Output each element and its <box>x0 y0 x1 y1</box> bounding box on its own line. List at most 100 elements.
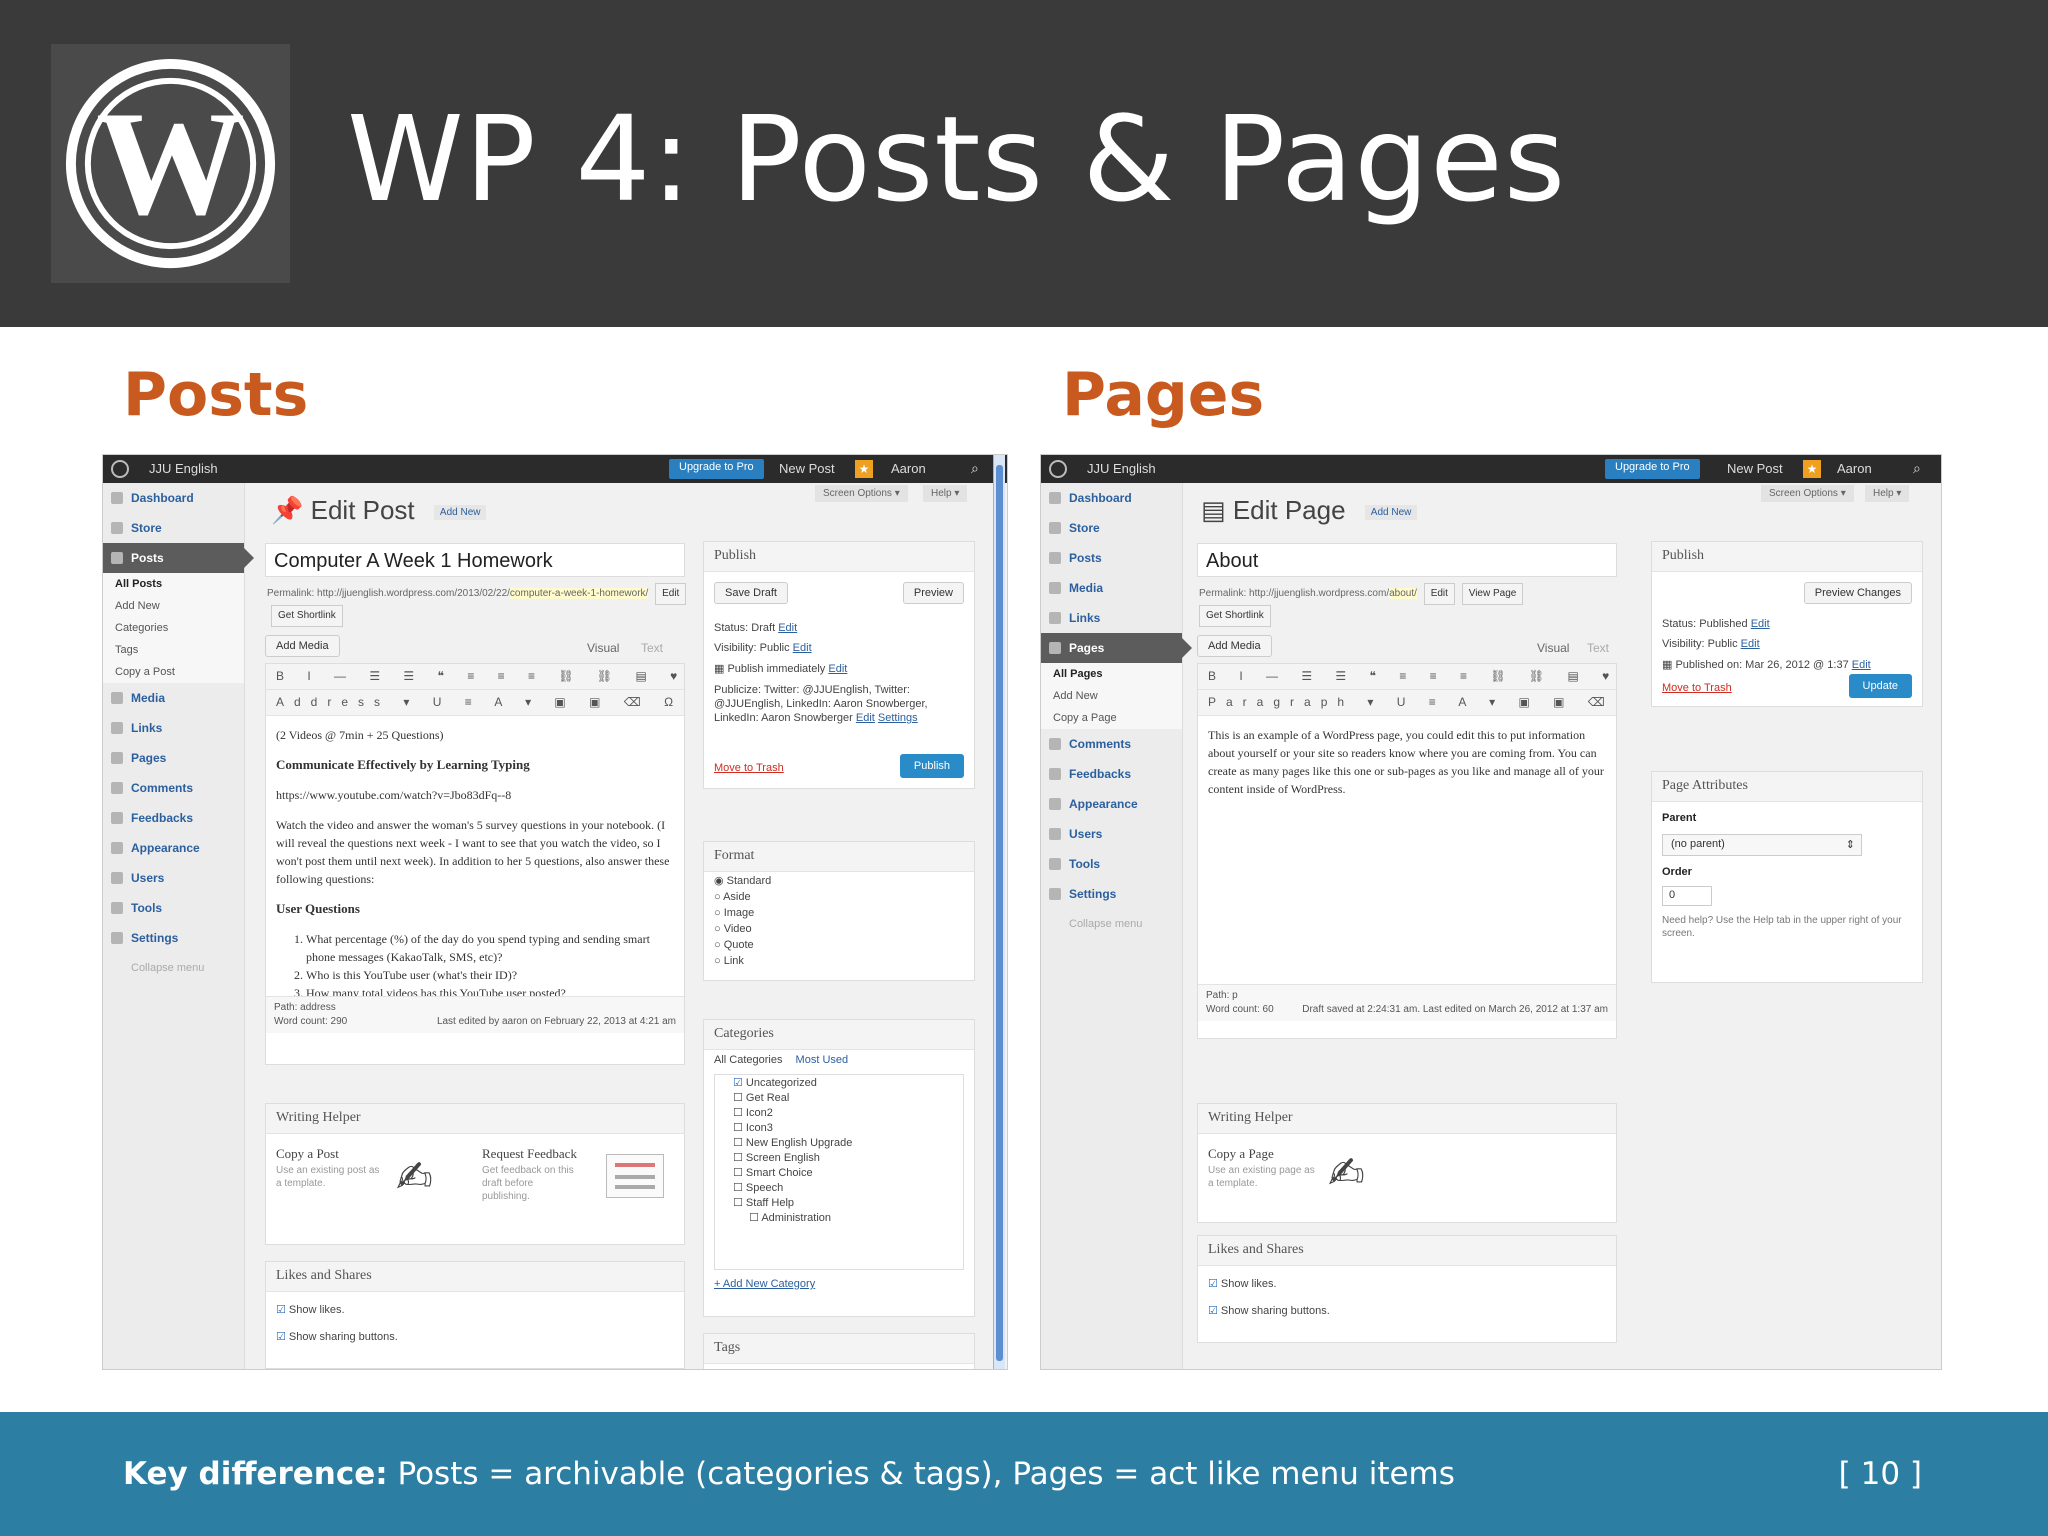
screen-options-button[interactable]: Screen Options ▾ <box>815 485 908 502</box>
editor-toolbar-row-1[interactable]: B I — ☰ ☰ ❝ ≡ ≡ ≡ ⛓ ⛓ ▤ ♥ ⛶ ▦ <box>1198 664 1616 690</box>
permalink-edit-button[interactable]: Edit <box>1423 583 1455 605</box>
wordpress-mini-icon[interactable] <box>111 460 129 478</box>
get-shortlink-button[interactable]: Get Shortlink <box>271 605 343 627</box>
sidebar-item-feedbacks[interactable]: Feedbacks <box>103 803 244 833</box>
update-button[interactable]: Update <box>1848 674 1912 698</box>
post-title-input[interactable]: Computer A Week 1 Homework <box>265 543 685 577</box>
status-edit-link[interactable]: Edit <box>1751 618 1770 630</box>
sidebar-item-tools[interactable]: Tools <box>1041 849 1182 879</box>
site-name[interactable]: JJU English <box>149 461 218 476</box>
sidebar-sub-all-pages[interactable]: All Pages <box>1041 663 1182 685</box>
copy-page-option[interactable]: Copy a Page Use an existing page as a te… <box>1208 1146 1318 1190</box>
editor-toolbar-row-2[interactable]: Address ▾ U ≡ A ▾ ▣ ▣ ⌫ Ω ⇤ ⇥ ↶ ↷ ? <box>266 690 684 716</box>
add-new-category-link[interactable]: + Add New Category <box>714 1278 815 1290</box>
category-checkbox[interactable]: New English Upgrade <box>715 1135 963 1150</box>
editor-content[interactable]: This is an example of a WordPress page, … <box>1198 716 1616 984</box>
publish-button[interactable]: Publish <box>899 754 964 778</box>
publicize-edit-link[interactable]: Edit <box>856 712 875 724</box>
category-checkbox[interactable]: Screen English <box>715 1150 963 1165</box>
format-standard-radio[interactable]: Standard <box>704 872 974 889</box>
upgrade-button[interactable]: Upgrade to Pro <box>1605 459 1700 479</box>
scrollbar[interactable] <box>993 455 1005 1369</box>
sidebar-item-store[interactable]: Store <box>103 513 244 543</box>
tab-visual[interactable]: Visual <box>1537 641 1569 655</box>
sidebar-item-links[interactable]: Links <box>103 713 244 743</box>
upgrade-button[interactable]: Upgrade to Pro <box>669 459 764 479</box>
writing-helper-title[interactable]: Writing Helper <box>1198 1104 1616 1134</box>
category-checkbox[interactable]: Speech <box>715 1180 963 1195</box>
screen-options-button[interactable]: Screen Options ▾ <box>1761 485 1854 502</box>
add-new-button[interactable]: Add New <box>1364 504 1418 520</box>
category-checkbox[interactable]: Administration <box>715 1210 963 1225</box>
user-menu[interactable]: Aaron <box>1837 461 1872 476</box>
move-to-trash-link[interactable]: Move to Trash <box>714 762 784 774</box>
new-post-link[interactable]: New Post <box>1727 461 1783 476</box>
tab-visual[interactable]: Visual <box>587 641 619 655</box>
sidebar-sub-add-new[interactable]: Add New <box>103 595 244 617</box>
editor-toolbar-row-1[interactable]: B I — ☰ ☰ ❝ ≡ ≡ ≡ ⛓ ⛓ ▤ ♥ ⛶ ▦ <box>266 664 684 690</box>
order-input[interactable]: 0 <box>1662 886 1712 906</box>
permalink-slug[interactable]: computer-a-week-1-homework/ <box>509 588 649 599</box>
add-new-button[interactable]: Add New <box>433 504 487 520</box>
sidebar-item-pages[interactable]: Pages <box>103 743 244 773</box>
new-post-link[interactable]: New Post <box>779 461 835 476</box>
parent-select[interactable]: (no parent) ⇕ <box>1662 834 1862 856</box>
category-list[interactable]: Uncategorized Get Real Icon2 Icon3 New E… <box>714 1074 964 1270</box>
format-aside-radio[interactable]: Aside <box>704 889 974 905</box>
add-media-button[interactable]: Add Media <box>265 635 340 657</box>
categories-box-title[interactable]: Categories <box>704 1020 974 1050</box>
visibility-edit-link[interactable]: Edit <box>793 642 812 654</box>
category-checkbox[interactable]: Uncategorized <box>715 1075 963 1090</box>
publicize-settings-link[interactable]: Settings <box>878 712 918 724</box>
search-icon[interactable]: ⌕ <box>971 460 979 477</box>
star-icon[interactable]: ★ <box>855 460 873 478</box>
sidebar-item-dashboard[interactable]: Dashboard <box>103 483 244 513</box>
published-edit-link[interactable]: Edit <box>1852 659 1871 671</box>
copy-post-option[interactable]: Copy a Post Use an existing post as a te… <box>276 1146 386 1190</box>
sidebar-sub-all-posts[interactable]: All Posts <box>103 573 244 595</box>
schedule-edit-link[interactable]: Edit <box>828 663 847 675</box>
permalink-base[interactable]: http://jjuenglish.wordpress.com/2013/02/… <box>317 588 510 599</box>
collapse-menu[interactable]: Collapse menu <box>103 953 244 983</box>
visibility-edit-link[interactable]: Edit <box>1741 638 1760 650</box>
scrollbar-thumb[interactable] <box>996 465 1003 1361</box>
sidebar-sub-tags[interactable]: Tags <box>103 639 244 661</box>
sidebar-item-media[interactable]: Media <box>1041 573 1182 603</box>
format-quote-radio[interactable]: Quote <box>704 937 974 953</box>
permalink-base[interactable]: http://jjuenglish.wordpress.com/ <box>1249 588 1389 599</box>
add-media-button[interactable]: Add Media <box>1197 635 1272 657</box>
likes-shares-title[interactable]: Likes and Shares <box>266 1262 684 1292</box>
sidebar-sub-categories[interactable]: Categories <box>103 617 244 639</box>
wordpress-mini-icon[interactable] <box>1049 460 1067 478</box>
sidebar-sub-copy-post[interactable]: Copy a Post <box>103 661 244 683</box>
user-menu[interactable]: Aaron <box>891 461 926 476</box>
show-likes-checkbox[interactable]: Show likes. <box>1198 1276 1616 1291</box>
preview-changes-button[interactable]: Preview Changes <box>1803 582 1912 604</box>
category-checkbox[interactable]: Smart Choice <box>715 1165 963 1180</box>
editor-content[interactable]: (2 Videos @ 7min + 25 Questions) Communi… <box>266 716 684 996</box>
sidebar-item-dashboard[interactable]: Dashboard <box>1041 483 1182 513</box>
preview-button[interactable]: Preview <box>902 582 964 604</box>
sidebar-item-comments[interactable]: Comments <box>103 773 244 803</box>
sidebar-sub-add-new[interactable]: Add New <box>1041 685 1182 707</box>
publish-box-title[interactable]: Publish <box>1652 542 1922 572</box>
page-title-input[interactable]: About <box>1197 543 1617 577</box>
request-feedback-option[interactable]: Request Feedback Get feedback on this dr… <box>482 1146 582 1203</box>
sidebar-sub-copy-page[interactable]: Copy a Page <box>1041 707 1182 729</box>
page-attributes-title[interactable]: Page Attributes <box>1652 772 1922 802</box>
sidebar-item-users[interactable]: Users <box>1041 819 1182 849</box>
help-button[interactable]: Help ▾ <box>1865 485 1910 502</box>
sidebar-item-feedbacks[interactable]: Feedbacks <box>1041 759 1182 789</box>
help-button[interactable]: Help ▾ <box>923 485 968 502</box>
permalink-edit-button[interactable]: Edit <box>655 583 687 605</box>
sidebar-item-media[interactable]: Media <box>103 683 244 713</box>
format-image-radio[interactable]: Image <box>704 905 974 921</box>
format-video-radio[interactable]: Video <box>704 921 974 937</box>
category-checkbox[interactable]: Get Real <box>715 1090 963 1105</box>
show-sharing-checkbox[interactable]: Show sharing buttons. <box>266 1329 684 1344</box>
format-link-radio[interactable]: Link <box>704 953 974 969</box>
likes-shares-title[interactable]: Likes and Shares <box>1198 1236 1616 1266</box>
permalink-slug[interactable]: about/ <box>1389 588 1417 599</box>
sidebar-item-comments[interactable]: Comments <box>1041 729 1182 759</box>
tags-box-title[interactable]: Tags <box>704 1334 974 1364</box>
